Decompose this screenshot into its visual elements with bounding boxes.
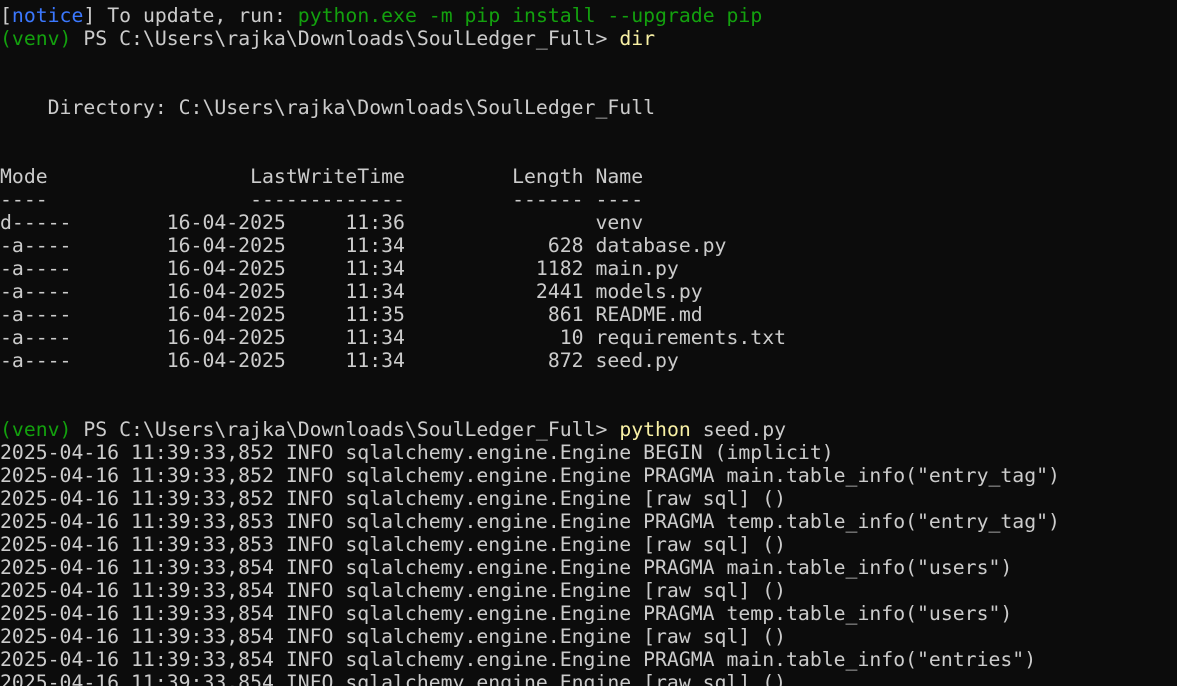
notice-bracket-close: ] <box>83 4 96 27</box>
log-line: 2025-04-16 11:39:33,853 INFO sqlalchemy.… <box>0 510 1060 533</box>
listing-row: d----- 16-04-2025 11:36 venv <box>0 211 644 234</box>
listing-row: -a---- 16-04-2025 11:34 628 database.py <box>0 234 727 257</box>
listing-row: -a---- 16-04-2025 11:34 872 seed.py <box>0 349 679 372</box>
prompt-path: PS C:\Users\rajka\Downloads\SoulLedger_F… <box>71 27 620 50</box>
venv-indicator: (venv) <box>0 27 72 50</box>
listing-row: -a---- 16-04-2025 11:34 2441 models.py <box>0 280 703 303</box>
listing-underline: ---- ------------- ------ ---- <box>0 188 644 211</box>
log-line: 2025-04-16 11:39:33,854 INFO sqlalchemy.… <box>0 579 787 602</box>
terminal-window[interactable]: [notice] To update, run: python.exe -m p… <box>0 0 1177 686</box>
directory-line: Directory: C:\Users\rajka\Downloads\Soul… <box>0 96 656 119</box>
prompt-line: (venv) PS C:\Users\rajka\Downloads\SoulL… <box>0 418 1060 441</box>
command-arg: seed.py <box>690 418 787 441</box>
venv-indicator: (venv) <box>0 418 72 441</box>
log-line: 2025-04-16 11:39:33,854 INFO sqlalchemy.… <box>0 648 1037 671</box>
log-line: 2025-04-16 11:39:33,854 INFO sqlalchemy.… <box>0 556 1013 579</box>
log-line: 2025-04-16 11:39:33,852 INFO sqlalchemy.… <box>0 441 834 464</box>
log-line: 2025-04-16 11:39:33,854 INFO sqlalchemy.… <box>0 602 1013 625</box>
log-line: 2025-04-16 11:39:33,854 INFO sqlalchemy.… <box>0 625 787 648</box>
notice-bracket-open: [ <box>0 4 12 27</box>
listing-row: -a---- 16-04-2025 11:34 10 requirements.… <box>0 326 787 349</box>
log-line: 2025-04-16 11:39:33,854 INFO sqlalchemy.… <box>0 671 787 686</box>
listing-row: -a---- 16-04-2025 11:35 861 README.md <box>0 303 703 326</box>
log-line: 2025-04-16 11:39:33,853 INFO sqlalchemy.… <box>0 533 787 556</box>
log-line: 2025-04-16 11:39:33,852 INFO sqlalchemy.… <box>0 487 787 510</box>
notice-line: [notice] To update, run: python.exe -m p… <box>0 4 1060 27</box>
log-line: 2025-04-16 11:39:33,852 INFO sqlalchemy.… <box>0 464 1060 487</box>
command-name: python <box>619 418 691 441</box>
prompt-path: PS C:\Users\rajka\Downloads\SoulLedger_F… <box>71 418 620 441</box>
terminal-output: [notice] To update, run: python.exe -m p… <box>0 4 1060 686</box>
notice-text: To update, run: <box>95 4 298 27</box>
prompt-line: (venv) PS C:\Users\rajka\Downloads\SoulL… <box>0 27 1060 50</box>
listing-header: Mode LastWriteTime Length Name <box>0 165 644 188</box>
notice-command: python.exe -m pip install --upgrade pip <box>297 4 763 27</box>
notice-tag: notice <box>11 4 84 27</box>
listing-row: -a---- 16-04-2025 11:34 1182 main.py <box>0 257 679 280</box>
command-text: dir <box>619 27 656 50</box>
